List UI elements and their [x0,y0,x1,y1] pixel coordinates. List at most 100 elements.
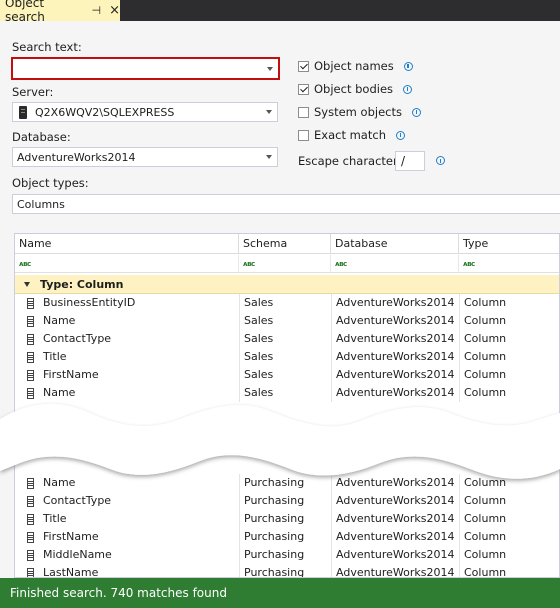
object-bodies-label: Object bodies [314,82,394,96]
column-icon [27,315,34,327]
info-icon[interactable] [403,84,413,94]
system-objects-checkbox[interactable] [298,106,309,118]
abc-filter-icon[interactable]: ᴀʙc [19,260,31,268]
server-icon [19,105,27,119]
cell-schema: Purchasing [239,564,331,577]
database-label: Database: [12,130,71,144]
system-objects-label: System objects [314,105,402,119]
collapse-triangle-icon[interactable] [24,281,30,287]
cell-database: AdventureWorks2014 [331,366,459,384]
database-select[interactable]: AdventureWorks2014 [12,147,278,167]
column-icon [27,495,34,507]
column-icon [27,333,34,345]
table-row[interactable]: FirstName Purchasing AdventureWorks2014 Col… [15,528,559,546]
table-row[interactable]: Title Purchasing AdventureWorks2014 Column [15,510,559,528]
cell-schema: Purchasing [239,492,331,510]
filter-cell-schema[interactable]: ᴀʙc [239,255,331,273]
cell-name-text: LastName [43,566,99,578]
cell-name-text: MiddleName [43,548,112,561]
status-text: Finished search. 740 matches found [10,586,227,600]
cell-database: AdventureWorks2014 [331,348,459,366]
table-row[interactable]: LastName Purchasing AdventureWorks2014 Colu… [15,564,559,578]
server-value: Q2X6WQV2\SQLEXPRESS [35,105,175,119]
server-select[interactable]: Q2X6WQV2\SQLEXPRESS [12,102,278,122]
object-bodies-checkbox[interactable] [298,83,309,95]
option-object-names[interactable]: Object names [298,59,413,73]
info-icon[interactable] [395,130,405,140]
table-row[interactable]: Name Sales AdventureWorks2014 Column [15,312,559,330]
cell-schema: Purchasing [239,510,331,528]
table-row[interactable]: ContactType Purchasing AdventureWorks2014 C… [15,492,559,510]
table-row[interactable]: Title Sales AdventureWorks2014 Column [15,348,559,366]
cell-name: LastName [15,564,239,578]
object-search-panel: Search text: Server: Q2X6WQV2\SQLEXPRESS… [0,21,560,578]
cell-schema: Purchasing [239,528,331,546]
info-icon[interactable] [436,156,445,165]
column-header-database[interactable]: Database [331,234,459,254]
search-text-input[interactable] [11,57,280,80]
info-icon[interactable] [411,107,421,117]
escape-character-input[interactable]: / [395,151,425,171]
cell-database: AdventureWorks2014 [331,510,459,528]
column-icon [27,297,34,309]
column-icon [27,513,34,525]
object-types-value: Columns [17,197,65,211]
abc-filter-icon[interactable]: ᴀʙc [463,260,475,268]
cell-type: Column [459,294,559,312]
cell-database: AdventureWorks2014 [331,564,459,577]
chevron-down-icon[interactable] [266,155,272,159]
chevron-down-icon[interactable] [266,110,272,114]
cell-name-text: FirstName [43,530,99,543]
table-row[interactable]: MiddleName Purchasing AdventureWorks2014 Co… [15,546,559,564]
chevron-down-icon[interactable] [267,67,273,71]
cell-name: Title [15,348,239,366]
cell-name: BusinessEntityID [15,294,239,312]
column-header-name[interactable]: Name [15,234,239,254]
filter-cell-database[interactable]: ᴀʙc [331,255,459,273]
filter-cell-type[interactable]: ᴀʙc [459,255,559,273]
cell-database: AdventureWorks2014 [331,528,459,546]
filter-cell-name[interactable]: ᴀʙc [15,255,239,273]
object-names-label: Object names [314,59,394,73]
table-row[interactable]: ContactType Sales AdventureWorks2014 Column [15,330,559,348]
group-label: Type: Column [40,277,124,291]
table-row[interactable]: FirstName Sales AdventureWorks2014 Column [15,366,559,384]
column-header-schema[interactable]: Schema [239,234,331,254]
cell-schema: Sales [239,312,331,330]
exact-match-label: Exact match [314,128,386,142]
option-system-objects[interactable]: System objects [298,105,421,119]
option-exact-match[interactable]: Exact match [298,128,405,142]
tab-object-search[interactable]: Object search ⊣ × [0,0,120,24]
abc-filter-icon[interactable]: ᴀʙc [335,260,347,268]
cell-database: AdventureWorks2014 [331,330,459,348]
object-types-label: Object types: [12,176,89,190]
cell-name-text: ContactType [43,494,112,507]
info-icon[interactable] [403,61,413,71]
cell-database: AdventureWorks2014 [331,294,459,312]
status-bar: Finished search. 740 matches found [0,578,560,608]
column-icon [27,531,34,543]
table-row[interactable]: BusinessEntityID Sales AdventureWorks2014 C… [15,294,559,312]
cell-type: Column [459,546,559,564]
cell-name-text: BusinessEntityID [43,296,136,309]
exact-match-checkbox[interactable] [298,129,309,141]
abc-filter-icon[interactable]: ᴀʙc [243,260,255,268]
cell-type: Column [459,366,559,384]
cell-name: ContactType [15,330,239,348]
search-text-label: Search text: [12,40,82,54]
group-row[interactable]: Type: Column [15,275,559,294]
cell-name-text: Name [43,314,76,327]
server-label: Server: [12,85,54,99]
option-object-bodies[interactable]: Object bodies [298,82,413,96]
close-icon[interactable]: × [109,4,120,17]
column-header-type[interactable]: Type [459,234,559,254]
column-icon [27,351,34,363]
cell-type: Column [459,510,559,528]
cell-schema: Sales [239,330,331,348]
database-value: AdventureWorks2014 [17,150,136,164]
object-names-checkbox[interactable] [298,60,309,72]
cell-database: AdventureWorks2014 [331,312,459,330]
object-types-select[interactable]: Columns [12,194,560,214]
pin-icon[interactable]: ⊣ [92,4,102,17]
column-icon [27,567,34,577]
